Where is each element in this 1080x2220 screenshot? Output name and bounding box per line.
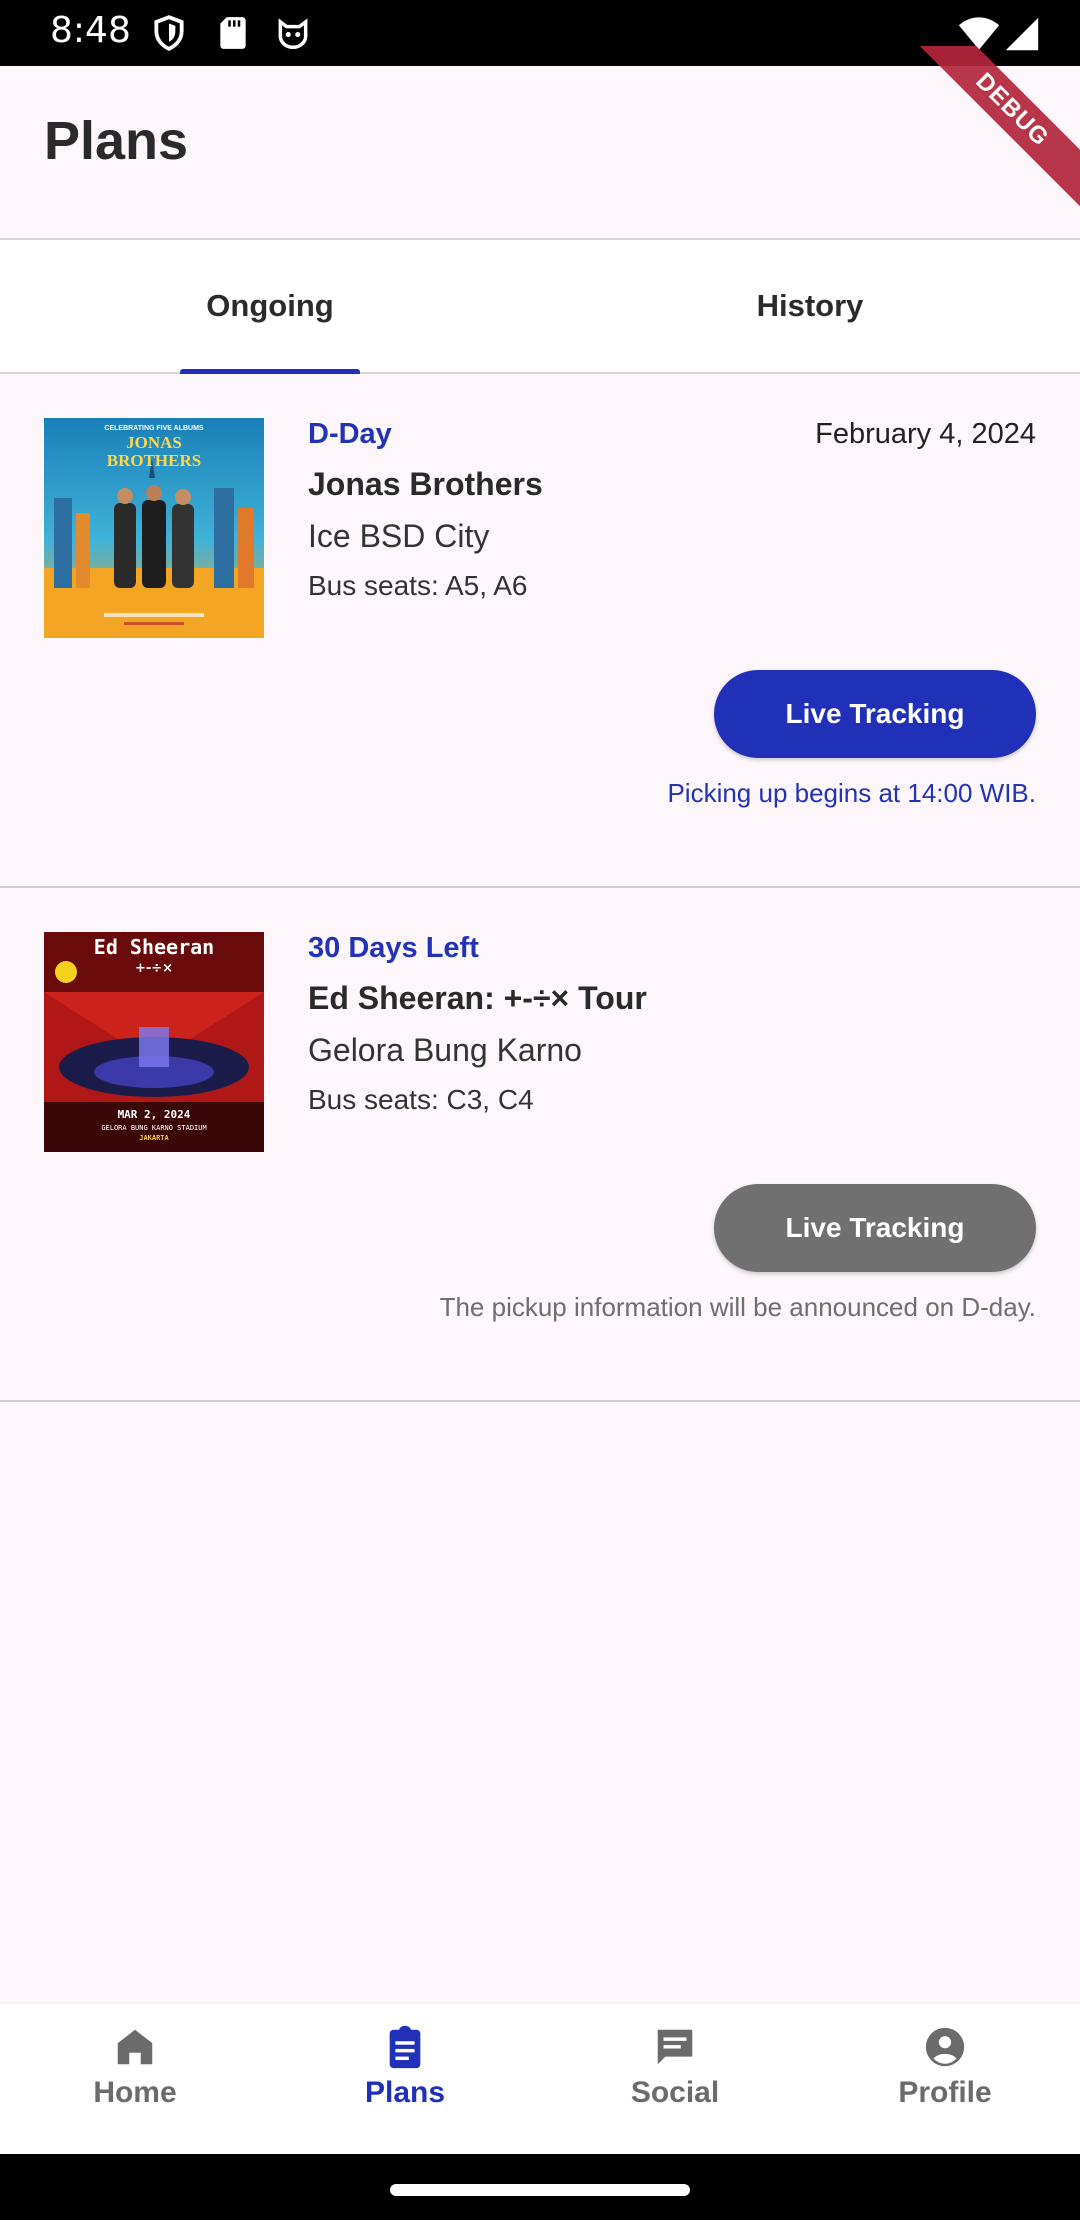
tab-ongoing-label: Ongoing xyxy=(206,288,334,323)
live-tracking-button-disabled[interactable]: Live Tracking xyxy=(714,1184,1036,1272)
cellular-signal-icon xyxy=(1005,17,1039,51)
plan-card[interactable]: CELEBRATING FIVE ALBUMS JONAS BROTHERS D… xyxy=(0,374,1080,888)
tab-history-label: History xyxy=(756,288,864,323)
wifi-icon xyxy=(958,17,1000,50)
app-bar: Plans xyxy=(0,66,1080,240)
plan-venue: Gelora Bung Karno xyxy=(308,1032,582,1068)
nav-label-profile: Profile xyxy=(898,2076,992,2109)
nav-item-profile[interactable]: Profile xyxy=(810,2004,1080,2154)
page-title: Plans xyxy=(44,111,189,171)
status-time: 8:48 xyxy=(50,10,131,51)
pickup-note: Picking up begins at 14:00 WIB. xyxy=(667,778,1036,808)
shield-icon xyxy=(154,15,184,51)
cat-face-icon xyxy=(278,18,308,49)
bottom-navigation: Home Plans Social Profile xyxy=(0,2004,1080,2154)
nav-item-plans[interactable]: Plans xyxy=(270,2004,540,2154)
svg-text:GELORA BUNG KARNO STADIUM: GELORA BUNG KARNO STADIUM xyxy=(101,1124,206,1132)
home-gesture-handle[interactable] xyxy=(390,2184,690,2196)
plan-status: D-Day xyxy=(308,418,392,450)
live-tracking-button[interactable]: Live Tracking xyxy=(714,670,1036,758)
gesture-navigation-bar xyxy=(0,2154,1080,2220)
svg-text:+-÷×: +-÷× xyxy=(135,961,173,976)
svg-text:JAKARTA: JAKARTA xyxy=(139,1134,169,1142)
nav-item-social[interactable]: Social xyxy=(540,2004,810,2154)
home-icon xyxy=(117,2029,153,2065)
plan-venue: Ice BSD City xyxy=(308,518,490,554)
status-bar: 8:48 xyxy=(0,0,1080,66)
sd-card-icon xyxy=(220,17,246,49)
plan-status: 30 Days Left xyxy=(308,932,479,964)
account-circle-icon xyxy=(925,2027,965,2067)
plan-event-name: Jonas Brothers xyxy=(308,466,543,502)
nav-item-home[interactable]: Home xyxy=(0,2004,270,2154)
clipboard-icon xyxy=(389,2025,421,2069)
nav-label-home: Home xyxy=(93,2076,177,2109)
event-poster-image: CELEBRATING FIVE ALBUMS JONAS BROTHERS xyxy=(44,418,264,638)
svg-text:Ed Sheeran: Ed Sheeran xyxy=(94,935,214,959)
tab-ongoing[interactable]: Ongoing xyxy=(0,240,540,374)
plan-card[interactable]: Ed Sheeran +-÷× MAR 2, 2024 GELORA BUNG … xyxy=(0,888,1080,1402)
plan-date: February 4, 2024 xyxy=(815,418,1036,450)
svg-text:JONAS: JONAS xyxy=(126,433,182,452)
chat-icon xyxy=(657,2029,693,2065)
plan-event-name: Ed Sheeran: +-÷× Tour xyxy=(308,980,647,1016)
plan-bus-seats: Bus seats: A5, A6 xyxy=(308,570,528,601)
plan-bus-seats: Bus seats: C3, C4 xyxy=(308,1084,534,1115)
svg-text:CELEBRATING FIVE ALBUMS: CELEBRATING FIVE ALBUMS xyxy=(104,425,203,432)
svg-text:MAR 2, 2024: MAR 2, 2024 xyxy=(118,1108,191,1121)
event-poster-image: Ed Sheeran +-÷× MAR 2, 2024 GELORA BUNG … xyxy=(44,932,264,1152)
nav-label-plans: Plans xyxy=(364,2076,446,2109)
nav-label-social: Social xyxy=(630,2076,720,2109)
pickup-note: The pickup information will be announced… xyxy=(439,1292,1036,1322)
tab-history[interactable]: History xyxy=(540,240,1080,372)
tab-bar: Ongoing History xyxy=(0,240,1080,374)
svg-text:BROTHERS: BROTHERS xyxy=(107,451,201,470)
